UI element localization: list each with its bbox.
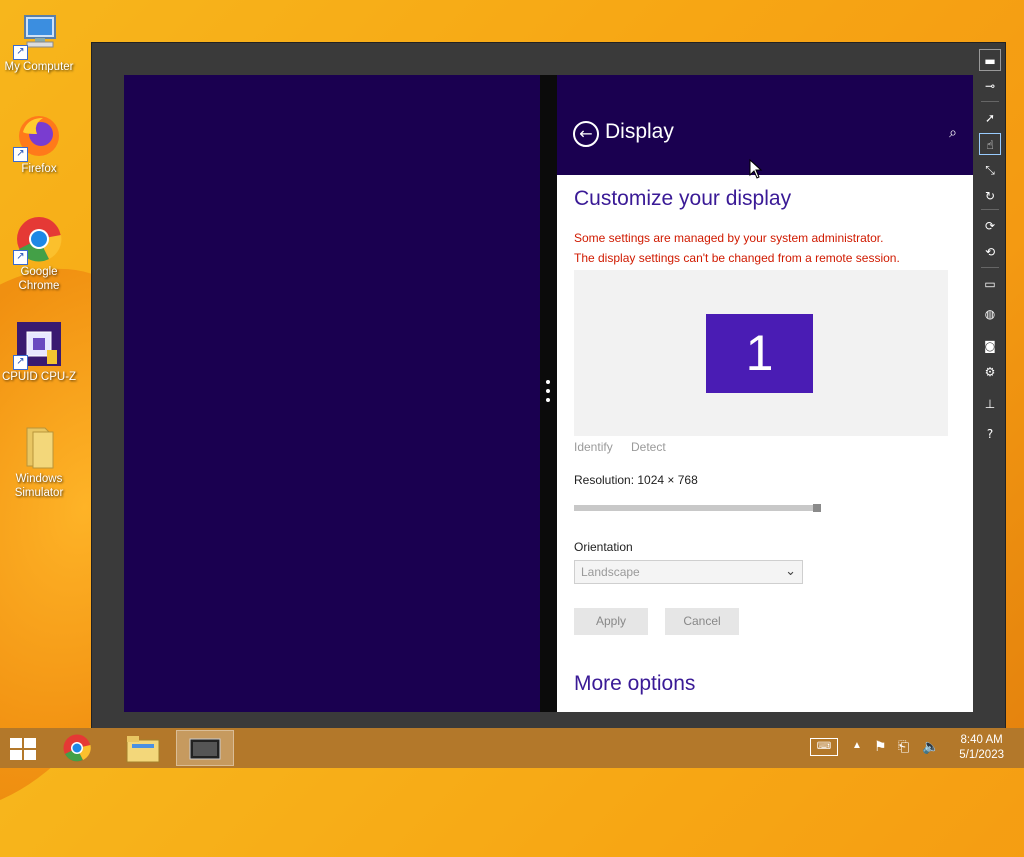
monitor-1-tile[interactable]: 1 bbox=[706, 314, 813, 393]
taskbar-chrome[interactable] bbox=[48, 730, 106, 766]
shortcut-arrow-icon: ↗ bbox=[13, 45, 28, 60]
desktop-icon-label: CPUID CPU-Z bbox=[1, 371, 77, 383]
touch-keyboard-icon[interactable]: ⌨ bbox=[810, 738, 838, 756]
customize-heading: Customize your display bbox=[574, 187, 792, 210]
left-app-area[interactable] bbox=[124, 75, 540, 712]
volume-muted-icon[interactable]: 🔈 bbox=[922, 738, 939, 778]
windows-start-icon[interactable] bbox=[10, 738, 38, 760]
simulator-toolbar: ▬ ⊸ ➚ ☝ ⤡ ↻ ⟳ ⟲ ▭ ◍ ◙ ⚙ ⊥ ? bbox=[977, 49, 1003, 489]
chrome-icon: ↗ bbox=[13, 215, 63, 265]
display-settings-pane: ← Display ⌕ Customize your display Some … bbox=[557, 75, 973, 712]
computer-icon: ↗ bbox=[13, 10, 63, 60]
desktop-icon-my-computer[interactable]: ↗ My Computer bbox=[0, 10, 78, 74]
chevron-down-icon: ⌄ bbox=[785, 563, 796, 578]
desktop-icon-label: Windows Simulator bbox=[14, 473, 64, 499]
cpu-z-icon: ↗ bbox=[13, 320, 63, 370]
clock-date: 5/1/2023 bbox=[959, 749, 1004, 761]
pin-icon[interactable]: ⊸ bbox=[979, 75, 1001, 97]
desktop-icon-label: Google Chrome bbox=[18, 266, 60, 292]
taskbar: ⌨ ▲ ⚑ ⎗ 🔈 8:40 AM 5/1/2023 bbox=[0, 728, 1024, 768]
rotation-touch-icon[interactable]: ↻ bbox=[979, 185, 1001, 207]
desktop-icon-firefox[interactable]: ↗ Firefox bbox=[0, 112, 78, 176]
resolution-slider[interactable] bbox=[574, 504, 821, 512]
minimize-icon[interactable]: ▬ bbox=[979, 49, 1001, 71]
desktop-icon-windows-simulator[interactable]: Windows Simulator bbox=[0, 422, 78, 500]
monitor-arrangement: 1 bbox=[574, 270, 948, 436]
mouse-cursor-icon bbox=[749, 159, 763, 179]
clock-time: 8:40 AM bbox=[960, 734, 1003, 746]
apply-button[interactable]: Apply bbox=[574, 608, 648, 635]
splitter-grip-icon[interactable] bbox=[546, 380, 550, 406]
shortcut-arrow-icon: ↗ bbox=[13, 250, 28, 265]
pinch-zoom-icon[interactable]: ⤡ bbox=[979, 159, 1001, 181]
network-icon[interactable]: ⊥ bbox=[979, 393, 1001, 415]
settings-header: ← Display ⌕ bbox=[557, 75, 973, 175]
desktop-icon-cpuz[interactable]: ↗ CPUID CPU-Z bbox=[0, 320, 78, 384]
detect-link[interactable]: Detect bbox=[631, 440, 666, 454]
resolution-slider-thumb[interactable] bbox=[813, 504, 821, 512]
search-icon[interactable]: ⌕ bbox=[949, 125, 957, 141]
orientation-value: Landscape bbox=[581, 565, 640, 579]
camera-icon[interactable]: ◙ bbox=[979, 335, 1001, 357]
taskbar-file-explorer[interactable] bbox=[114, 730, 172, 766]
show-hidden-icons-icon[interactable]: ▲ bbox=[852, 740, 862, 780]
touch-mode-icon[interactable]: ☝ bbox=[979, 133, 1001, 155]
more-options-link[interactable]: More options bbox=[574, 672, 695, 696]
rotate-clockwise-icon[interactable]: ⟳ bbox=[979, 215, 1001, 237]
location-globe-icon[interactable]: ◍ bbox=[979, 303, 1001, 325]
orientation-label: Orientation bbox=[574, 540, 633, 554]
firefox-icon: ↗ bbox=[13, 112, 63, 162]
simulator-window: ← Display ⌕ Customize your display Some … bbox=[91, 42, 1006, 730]
help-icon[interactable]: ? bbox=[979, 423, 1001, 445]
resolution-label: Resolution: 1024 × 768 bbox=[574, 473, 698, 487]
orientation-dropdown[interactable]: Landscape ⌄ bbox=[574, 560, 803, 584]
simulator-screen: ← Display ⌕ Customize your display Some … bbox=[124, 75, 973, 712]
back-arrow-icon[interactable]: ← bbox=[573, 121, 599, 147]
snap-splitter[interactable] bbox=[540, 75, 557, 712]
desktop-icon-label: Firefox bbox=[21, 163, 57, 175]
shortcut-arrow-icon: ↗ bbox=[13, 355, 28, 370]
warning-admin: Some settings are managed by your system… bbox=[574, 231, 884, 245]
folder-icon bbox=[15, 422, 63, 470]
desktop-icon-label: My Computer bbox=[4, 61, 74, 73]
action-center-flag-icon[interactable]: ⚑ bbox=[874, 738, 887, 778]
mouse-mode-icon[interactable]: ➚ bbox=[979, 107, 1001, 129]
clock[interactable]: 8:40 AM 5/1/2023 bbox=[959, 733, 1004, 763]
desktop-icon-chrome[interactable]: ↗ Google Chrome bbox=[0, 215, 78, 293]
settings-title: Display bbox=[605, 120, 674, 143]
cancel-button[interactable]: Cancel bbox=[665, 608, 739, 635]
shortcut-arrow-icon: ↗ bbox=[13, 147, 28, 162]
chrome-icon bbox=[63, 734, 91, 762]
rotate-counterclockwise-icon[interactable]: ⟲ bbox=[979, 241, 1001, 263]
resolution-icon[interactable]: ▭ bbox=[979, 273, 1001, 295]
taskbar-simulator[interactable] bbox=[176, 730, 234, 766]
settings-gear-icon[interactable]: ⚙ bbox=[979, 361, 1001, 383]
folder-icon bbox=[126, 736, 160, 763]
identify-link[interactable]: Identify bbox=[574, 440, 613, 454]
warning-remote: The display settings can't be changed fr… bbox=[574, 251, 900, 265]
simulator-icon bbox=[189, 738, 221, 760]
network-icon[interactable]: ⎗ bbox=[898, 738, 909, 778]
